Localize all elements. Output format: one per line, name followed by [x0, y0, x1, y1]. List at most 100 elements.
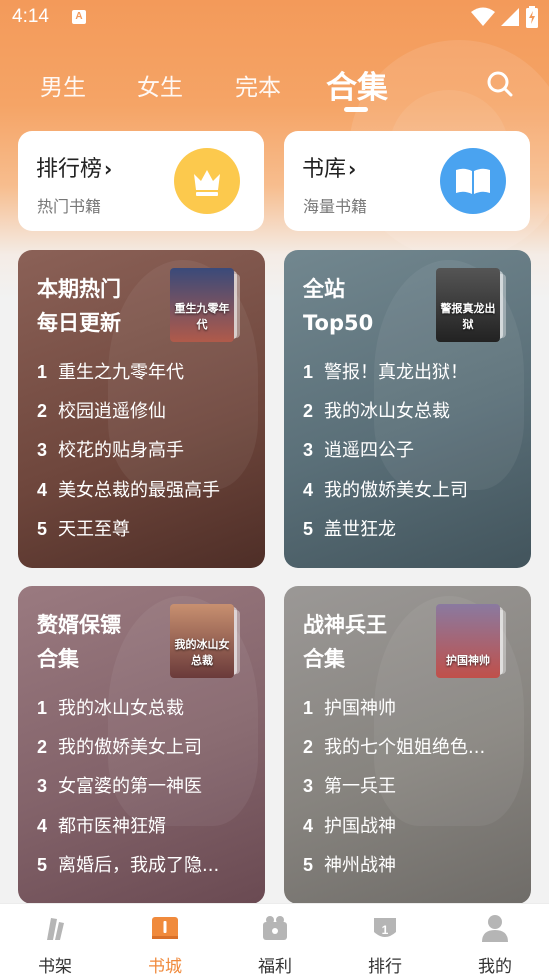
library-card[interactable]: 书库 › 海量书籍 [284, 131, 530, 231]
chevron-right-icon: › [348, 157, 357, 181]
list-item[interactable]: 4 美女总裁的最强高手 [37, 476, 257, 515]
book-cover: 我的冰山女总裁 [170, 604, 234, 678]
list-item[interactable]: 5 离婚后，我成了隐... [37, 851, 257, 890]
signal-icon [500, 8, 519, 26]
tab-male[interactable]: 男生 [40, 68, 86, 102]
tab-female[interactable]: 女生 [137, 68, 183, 102]
book-title: 逍遥四公子 [324, 440, 414, 462]
list-item[interactable]: 1 护国神帅 [303, 694, 523, 733]
svg-text:1: 1 [382, 923, 389, 937]
book-title: 我的傲娇美女上司 [58, 737, 202, 759]
collection-title-line: 战神兵王 [303, 613, 387, 637]
ranking-card[interactable]: 排行榜 › 热门书籍 [18, 131, 264, 231]
nav-label: 排行 [368, 957, 402, 976]
profile-icon [482, 915, 508, 942]
collection-title-line: 本期热门 [37, 277, 121, 301]
list-item[interactable]: 5 盖世狂龙 [303, 515, 523, 554]
cover-title: 警报真龙出狱 [440, 302, 496, 331]
nav-bookstore[interactable]: 书城 [110, 904, 220, 976]
chevron-right-icon: › [104, 157, 113, 181]
cover-title: 重生九零年代 [174, 302, 230, 331]
notification-icon: A [72, 10, 86, 24]
list-item[interactable]: 3 第一兵王 [303, 772, 523, 811]
bookshelf-icon [47, 918, 64, 940]
battery-icon [526, 6, 538, 28]
book-title: 我的冰山女总裁 [324, 401, 450, 423]
book-title: 重生之九零年代 [58, 362, 184, 383]
ranking-title-text: 排行榜 [36, 157, 103, 182]
nav-label: 书城 [148, 957, 182, 976]
collection-title-line: 赘婿保镖 [37, 613, 121, 637]
nav-label: 福利 [258, 957, 292, 976]
book-title: 离婚后，我成了隐... [58, 854, 220, 876]
book-cover-stack: 重生九零年代 [170, 268, 242, 342]
book-title: 护国神帅 [324, 698, 396, 719]
list-item[interactable]: 3 女富婆的第一神医 [37, 772, 257, 811]
book-cover: 护国神帅 [436, 604, 500, 678]
list-item[interactable]: 5 神州战神 [303, 851, 523, 890]
nav-ranking[interactable]: 1 排行 [330, 904, 440, 976]
list-item[interactable]: 2 我的冰山女总裁 [303, 397, 523, 436]
list-item[interactable]: 5 天王至尊 [37, 515, 257, 554]
list-item[interactable]: 2 校园逍遥修仙 [37, 397, 257, 436]
nav-welfare[interactable]: 福利 [220, 904, 330, 976]
list-item[interactable]: 1 重生之九零年代 [37, 358, 257, 397]
book-cover-stack: 警报真龙出狱 [436, 268, 508, 342]
list-item[interactable]: 4 都市医神狂婿 [37, 812, 257, 851]
bookstore-icon [152, 917, 178, 939]
book-title: 女富婆的第一神医 [58, 776, 202, 798]
book-list: 1 警报！真龙出狱！ 2 我的冰山女总裁 3 逍遥四公子 4 我的傲娇美女上司 5 盖世狂… [303, 358, 523, 554]
list-item[interactable]: 3 逍遥四公子 [303, 436, 523, 475]
crown-icon [174, 148, 240, 214]
tab-completed[interactable]: 完本 [235, 68, 281, 102]
list-item[interactable]: 1 警报！真龙出狱！ [303, 358, 523, 397]
book-title: 护国战神 [324, 815, 396, 837]
collection-card-top50[interactable]: 全站 Top50 警报真龙出狱 1 警报！真龙出狱！ 2 我的冰山女总裁 3 逍遥四公子… [284, 250, 531, 568]
book-title: 我的冰山女总裁 [58, 698, 184, 719]
list-item[interactable]: 4 我的傲娇美女上司 [303, 476, 523, 515]
collection-card-warrior[interactable]: 战神兵王 合集 护国神帅 1 护国神帅 2 我的七个姐姐绝色... 3 第一兵王 4 护国… [284, 586, 531, 904]
gift-icon [263, 916, 287, 940]
active-tab-indicator [344, 107, 368, 112]
nav-profile[interactable]: 我的 [440, 904, 549, 976]
book-title: 校园逍遥修仙 [58, 401, 166, 423]
list-item[interactable]: 1 我的冰山女总裁 [37, 694, 257, 733]
book-icon [440, 148, 506, 214]
collection-title-line: 全站 [303, 277, 345, 301]
book-cover-stack: 护国神帅 [436, 604, 508, 678]
book-cover-stack: 我的冰山女总裁 [170, 604, 242, 678]
category-tabs: 男生 女生 完本 合集 [0, 62, 549, 112]
book-list: 1 护国神帅 2 我的七个姐姐绝色... 3 第一兵王 4 护国战神 5 神州战神 [303, 694, 523, 890]
collection-title: 本期热门 每日更新 [37, 272, 121, 340]
tab-collections[interactable]: 合集 [326, 62, 388, 107]
collection-card-hot[interactable]: 本期热门 每日更新 重生九零年代 1 重生之九零年代 2 校园逍遥修仙 3 校花的贴身高… [18, 250, 265, 568]
book-title: 校花的贴身高手 [58, 440, 184, 462]
ranking-icon: 1 [374, 918, 396, 937]
nav-label: 书架 [38, 957, 72, 976]
book-title: 我的七个姐姐绝色... [324, 737, 486, 759]
book-title: 神州战神 [324, 854, 396, 876]
list-item[interactable]: 4 护国战神 [303, 812, 523, 851]
collection-title: 全站 Top50 [303, 272, 373, 340]
search-icon [487, 71, 513, 97]
book-list: 1 我的冰山女总裁 2 我的傲娇美女上司 3 女富婆的第一神医 4 都市医神狂婿 5 离婚… [37, 694, 257, 890]
list-item[interactable]: 2 我的七个姐姐绝色... [303, 733, 523, 772]
list-item[interactable]: 3 校花的贴身高手 [37, 436, 257, 475]
collection-title: 赘婿保镖 合集 [37, 608, 121, 676]
book-title: 警报！真龙出狱！ [324, 362, 468, 383]
library-card-title: 书库 › [302, 151, 356, 183]
nav-bookshelf[interactable]: 书架 [0, 904, 110, 976]
search-button[interactable] [484, 68, 516, 100]
book-title: 我的傲娇美女上司 [324, 479, 468, 501]
book-title: 美女总裁的最强高手 [58, 479, 220, 501]
book-title: 都市医神狂婿 [58, 815, 166, 837]
book-cover: 重生九零年代 [170, 268, 234, 342]
cover-title: 护国神帅 [446, 654, 490, 667]
collection-card-bodyguard[interactable]: 赘婿保镖合集 我的冰山女总裁 1 我的冰山女总裁 2 我的傲娇美女上司 3 女富婆的第… [18, 586, 265, 904]
book-list: 1 重生之九零年代 2 校园逍遥修仙 3 校花的贴身高手 4 美女总裁的最强高手 5 天王… [37, 358, 257, 554]
library-card-subtitle: 海量书籍 [303, 197, 368, 216]
list-item[interactable]: 2 我的傲娇美女上司 [37, 733, 257, 772]
library-title-text: 书库 [302, 157, 347, 182]
book-title: 盖世狂龙 [324, 518, 396, 540]
collection-title-line: 合集 [37, 647, 79, 671]
